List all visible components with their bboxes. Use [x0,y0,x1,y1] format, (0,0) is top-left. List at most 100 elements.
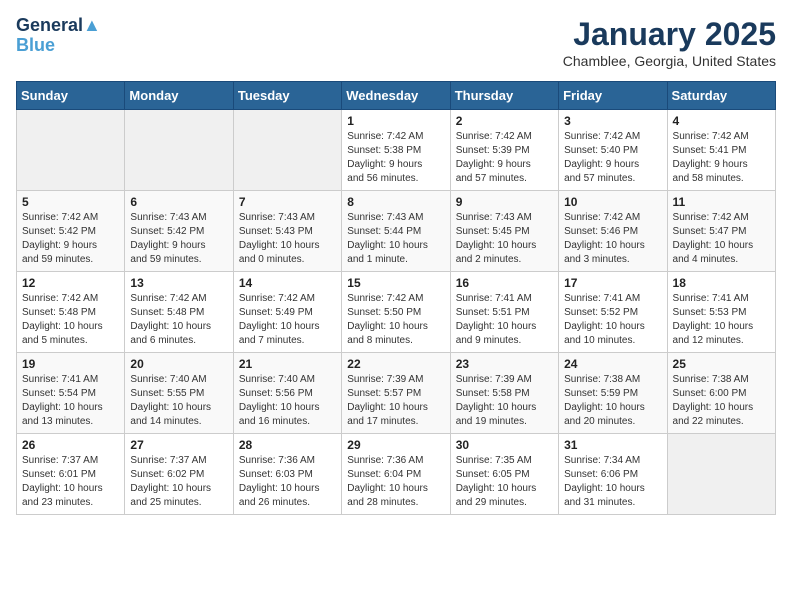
day-cell-18: 18 Sunrise: 7:41 AM Sunset: 5:53 PM Dayli… [667,272,775,353]
day-number: 3 [564,114,661,128]
day-info: Sunrise: 7:34 AM Sunset: 6:06 PM Dayligh… [564,454,661,510]
day-number: 24 [564,357,661,371]
day-cell-15: 15Sunrise: 7:42 AM Sunset: 5:50 PM Dayli… [342,272,450,353]
day-number: 5 [22,195,119,209]
day-cell-14: 14Sunrise: 7:42 AM Sunset: 5:49 PM Dayli… [233,272,341,353]
logo: General▲ Blue [16,16,101,56]
week-row-3: 12 Sunrise: 7:42 AM Sunset: 5:48 PM Dayli… [17,272,776,353]
day-cell-3: 3 Sunrise: 7:42 AM Sunset: 5:40 PM Daylig… [559,110,667,191]
day-number: 25 [673,357,770,371]
day-number: 14 [239,276,336,290]
day-info: Sunrise: 7:39 AM Sunset: 5:58 PM Dayligh… [456,373,553,429]
day-cell-11: 11 Sunrise: 7:42 AM Sunset: 5:47 PM Dayli… [667,191,775,272]
day-info: Sunrise: 7:38 AM Sunset: 5:59 PM Dayligh… [564,373,661,429]
day-cell-9: 9Sunrise: 7:43 AM Sunset: 5:45 PM Daylig… [450,191,558,272]
day-number: 28 [239,438,336,452]
title-block: January 2025 Chamblee, Georgia, United S… [563,16,776,69]
logo-blue-text: Blue [16,36,101,56]
day-info: Sunrise: 7:42 AM Sunset: 5:48 PM Dayligh… [130,292,227,348]
day-cell-4: 4 Sunrise: 7:42 AM Sunset: 5:41 PM Daylig… [667,110,775,191]
day-info: Sunrise: 7:36 AM Sunset: 6:03 PM Dayligh… [239,454,336,510]
day-cell-30: 30 Sunrise: 7:35 AM Sunset: 6:05 PM Dayli… [450,434,558,515]
day-cell-20: 20 Sunrise: 7:40 AM Sunset: 5:55 PM Dayli… [125,353,233,434]
day-cell-31: 31 Sunrise: 7:34 AM Sunset: 6:06 PM Dayli… [559,434,667,515]
day-number: 26 [22,438,119,452]
weekday-header-tuesday: Tuesday [233,82,341,110]
logo-text: General▲ [16,16,101,36]
day-number: 19 [22,357,119,371]
day-number: 2 [456,114,553,128]
day-info: Sunrise: 7:43 AM Sunset: 5:43 PM Dayligh… [239,211,336,267]
day-info: Sunrise: 7:41 AM Sunset: 5:53 PM Dayligh… [673,292,770,348]
day-info: Sunrise: 7:42 AM Sunset: 5:40 PM Dayligh… [564,130,661,186]
weekday-header-friday: Friday [559,82,667,110]
week-row-4: 19 Sunrise: 7:41 AM Sunset: 5:54 PM Dayli… [17,353,776,434]
day-number: 23 [456,357,553,371]
day-info: Sunrise: 7:38 AM Sunset: 6:00 PM Dayligh… [673,373,770,429]
day-number: 20 [130,357,227,371]
empty-cell [233,110,341,191]
day-number: 11 [673,195,770,209]
day-cell-29: 29 Sunrise: 7:36 AM Sunset: 6:04 PM Dayli… [342,434,450,515]
day-number: 7 [239,195,336,209]
day-cell-22: 22 Sunrise: 7:39 AM Sunset: 5:57 PM Dayli… [342,353,450,434]
page-header: General▲ Blue January 2025 Chamblee, Geo… [16,16,776,69]
day-number: 1 [347,114,444,128]
day-info: Sunrise: 7:36 AM Sunset: 6:04 PM Dayligh… [347,454,444,510]
day-info: Sunrise: 7:41 AM Sunset: 5:51 PM Dayligh… [456,292,553,348]
day-info: Sunrise: 7:42 AM Sunset: 5:38 PM Dayligh… [347,130,444,186]
empty-cell [125,110,233,191]
day-info: Sunrise: 7:37 AM Sunset: 6:01 PM Dayligh… [22,454,119,510]
day-cell-28: 28 Sunrise: 7:36 AM Sunset: 6:03 PM Dayli… [233,434,341,515]
day-number: 8 [347,195,444,209]
day-number: 21 [239,357,336,371]
day-cell-7: 7 Sunrise: 7:43 AM Sunset: 5:43 PM Daylig… [233,191,341,272]
day-number: 18 [673,276,770,290]
day-cell-21: 21 Sunrise: 7:40 AM Sunset: 5:56 PM Dayli… [233,353,341,434]
week-row-1: 1 Sunrise: 7:42 AM Sunset: 5:38 PM Daylig… [17,110,776,191]
empty-cell [667,434,775,515]
day-info: Sunrise: 7:42 AM Sunset: 5:50 PM Dayligh… [347,292,444,348]
day-info: Sunrise: 7:40 AM Sunset: 5:56 PM Dayligh… [239,373,336,429]
day-info: Sunrise: 7:41 AM Sunset: 5:54 PM Dayligh… [22,373,119,429]
weekday-header-row: SundayMondayTuesdayWednesdayThursdayFrid… [17,82,776,110]
day-cell-8: 8 Sunrise: 7:43 AM Sunset: 5:44 PM Daylig… [342,191,450,272]
day-info: Sunrise: 7:40 AM Sunset: 5:55 PM Dayligh… [130,373,227,429]
location-subtitle: Chamblee, Georgia, United States [563,53,776,69]
day-number: 29 [347,438,444,452]
day-cell-17: 17 Sunrise: 7:41 AM Sunset: 5:52 PM Dayli… [559,272,667,353]
day-number: 17 [564,276,661,290]
day-cell-16: 16 Sunrise: 7:41 AM Sunset: 5:51 PM Dayli… [450,272,558,353]
day-number: 12 [22,276,119,290]
day-info: Sunrise: 7:42 AM Sunset: 5:39 PM Dayligh… [456,130,553,186]
day-info: Sunrise: 7:42 AM Sunset: 5:41 PM Dayligh… [673,130,770,186]
logo-blue: ▲ [83,15,101,35]
day-cell-27: 27Sunrise: 7:37 AM Sunset: 6:02 PM Dayli… [125,434,233,515]
day-info: Sunrise: 7:43 AM Sunset: 5:44 PM Dayligh… [347,211,444,267]
day-number: 30 [456,438,553,452]
day-info: Sunrise: 7:43 AM Sunset: 5:42 PM Dayligh… [130,211,227,267]
day-info: Sunrise: 7:42 AM Sunset: 5:48 PM Dayligh… [22,292,119,348]
day-info: Sunrise: 7:37 AM Sunset: 6:02 PM Dayligh… [130,454,227,510]
day-cell-23: 23 Sunrise: 7:39 AM Sunset: 5:58 PM Dayli… [450,353,558,434]
day-info: Sunrise: 7:42 AM Sunset: 5:47 PM Dayligh… [673,211,770,267]
day-cell-13: 13Sunrise: 7:42 AM Sunset: 5:48 PM Dayli… [125,272,233,353]
day-cell-6: 6 Sunrise: 7:43 AM Sunset: 5:42 PM Daylig… [125,191,233,272]
day-info: Sunrise: 7:35 AM Sunset: 6:05 PM Dayligh… [456,454,553,510]
day-number: 16 [456,276,553,290]
day-cell-10: 10Sunrise: 7:42 AM Sunset: 5:46 PM Dayli… [559,191,667,272]
day-cell-19: 19 Sunrise: 7:41 AM Sunset: 5:54 PM Dayli… [17,353,125,434]
weekday-header-wednesday: Wednesday [342,82,450,110]
day-cell-25: 25 Sunrise: 7:38 AM Sunset: 6:00 PM Dayli… [667,353,775,434]
weekday-header-sunday: Sunday [17,82,125,110]
day-number: 31 [564,438,661,452]
day-number: 22 [347,357,444,371]
day-number: 6 [130,195,227,209]
day-info: Sunrise: 7:43 AM Sunset: 5:45 PM Dayligh… [456,211,553,267]
calendar-table: SundayMondayTuesdayWednesdayThursdayFrid… [16,81,776,515]
day-cell-2: 2 Sunrise: 7:42 AM Sunset: 5:39 PM Daylig… [450,110,558,191]
day-info: Sunrise: 7:42 AM Sunset: 5:42 PM Dayligh… [22,211,119,267]
day-info: Sunrise: 7:41 AM Sunset: 5:52 PM Dayligh… [564,292,661,348]
day-number: 4 [673,114,770,128]
day-info: Sunrise: 7:39 AM Sunset: 5:57 PM Dayligh… [347,373,444,429]
